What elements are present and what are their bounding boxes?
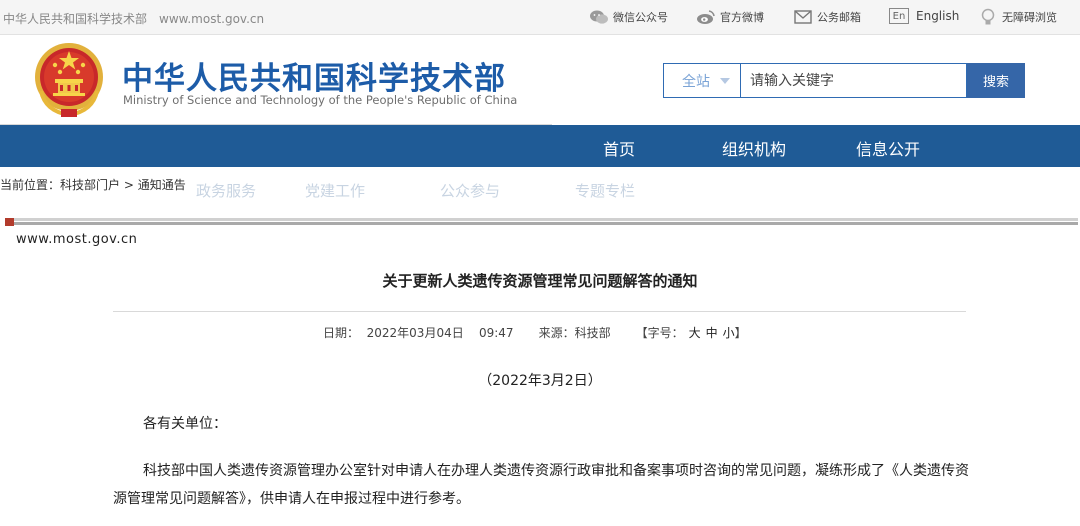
wechat-icon — [589, 8, 609, 26]
top-site-url[interactable]: www.most.gov.cn — [159, 12, 264, 26]
main-nav: 首页 组织机构 信息公开 — [0, 125, 1080, 167]
top-utility-bar: 中华人民共和国科学技术部 www.most.gov.cn 微信公众号 官方微博 公… — [0, 0, 1080, 35]
document-date: （2022年3月2日） — [478, 373, 602, 389]
panel-accent-mark — [5, 218, 14, 226]
font-size-close: 】 — [734, 326, 747, 340]
panel-second-border — [5, 222, 1078, 225]
panel-top-border — [5, 218, 1078, 221]
accessibility-label: 无障碍浏览 — [1002, 11, 1057, 24]
font-size-large-button[interactable]: 大 — [689, 326, 701, 340]
font-size-label: 【字号： — [635, 326, 684, 340]
accessibility-link[interactable]: 无障碍浏览 — [978, 8, 1057, 26]
envelope-icon — [793, 8, 813, 26]
wechat-link[interactable]: 微信公众号 — [589, 8, 668, 26]
site-header: 中华人民共和国科学技术部 Ministry of Science and Tec… — [0, 36, 1080, 125]
faded-nav-item-party: 党建工作 — [305, 182, 366, 200]
search-scope-select[interactable]: 全站 — [663, 63, 741, 98]
weibo-icon — [696, 8, 716, 26]
site-subtitle: Ministry of Science and Technology of th… — [123, 93, 518, 107]
faded-nav-item-services: 政务服务 — [196, 182, 257, 200]
title-divider — [113, 311, 966, 312]
mail-link[interactable]: 公务邮箱 — [793, 8, 861, 26]
article-source: 来源：科技部 — [538, 326, 611, 340]
font-size-medium-button[interactable]: 中 — [706, 326, 718, 340]
english-badge-icon: En — [889, 8, 909, 24]
english-link[interactable]: En English — [889, 8, 959, 24]
top-site-name[interactable]: 中华人民共和国科学技术部 — [3, 12, 147, 26]
faded-nav-item-public: 公众参与 — [440, 182, 501, 200]
article-meta: 日期： 2022年03月04日 09:47 来源：科技部 【字号： 大中小】 — [323, 324, 747, 341]
national-emblem-logo[interactable] — [33, 41, 105, 119]
site-title[interactable]: 中华人民共和国科学技术部 — [122, 53, 506, 98]
faded-nav-item-topics: 专题专栏 — [575, 182, 636, 200]
watermark-url: www.most.gov.cn — [16, 232, 138, 247]
search-scope-value: 全站 — [682, 73, 710, 90]
search-bar: 全站 搜索 — [663, 63, 1025, 98]
search-button[interactable]: 搜索 — [967, 63, 1025, 98]
nav-item-disclosure[interactable]: 信息公开 — [856, 136, 920, 160]
article-body-paragraph: 科技部中国人类遗传资源管理办公室针对申请人在办理人类遗传资源行政审批和备案事项时… — [113, 463, 969, 507]
font-size-small-button[interactable]: 小 — [723, 326, 735, 340]
nav-item-home[interactable]: 首页 — [603, 136, 635, 160]
english-label: English — [916, 9, 960, 23]
lightbulb-icon — [978, 8, 998, 26]
weibo-label: 官方微博 — [720, 11, 764, 24]
mail-label: 公务邮箱 — [817, 11, 861, 24]
weibo-link[interactable]: 官方微博 — [696, 8, 764, 26]
chevron-down-icon — [720, 77, 730, 84]
breadcrumb-prefix: 当前位置： — [0, 178, 61, 192]
font-size-control: 【字号： 大中小】 — [636, 324, 747, 341]
breadcrumb: 当前位置：科技部门户 > 通知通告 — [0, 176, 186, 193]
wechat-label: 微信公众号 — [613, 11, 668, 24]
breadcrumb-path[interactable]: 科技部门户 > 通知通告 — [60, 178, 186, 192]
nav-item-organization[interactable]: 组织机构 — [722, 136, 786, 160]
top-site-info: 中华人民共和国科学技术部 www.most.gov.cn — [3, 10, 264, 27]
salutation: 各有关单位： — [143, 416, 227, 432]
search-input[interactable] — [741, 63, 967, 98]
article-title: 关于更新人类遗传资源管理常见问题解答的通知 — [382, 272, 698, 290]
article-date: 日期： 2022年03月04日 09:47 — [323, 326, 514, 340]
